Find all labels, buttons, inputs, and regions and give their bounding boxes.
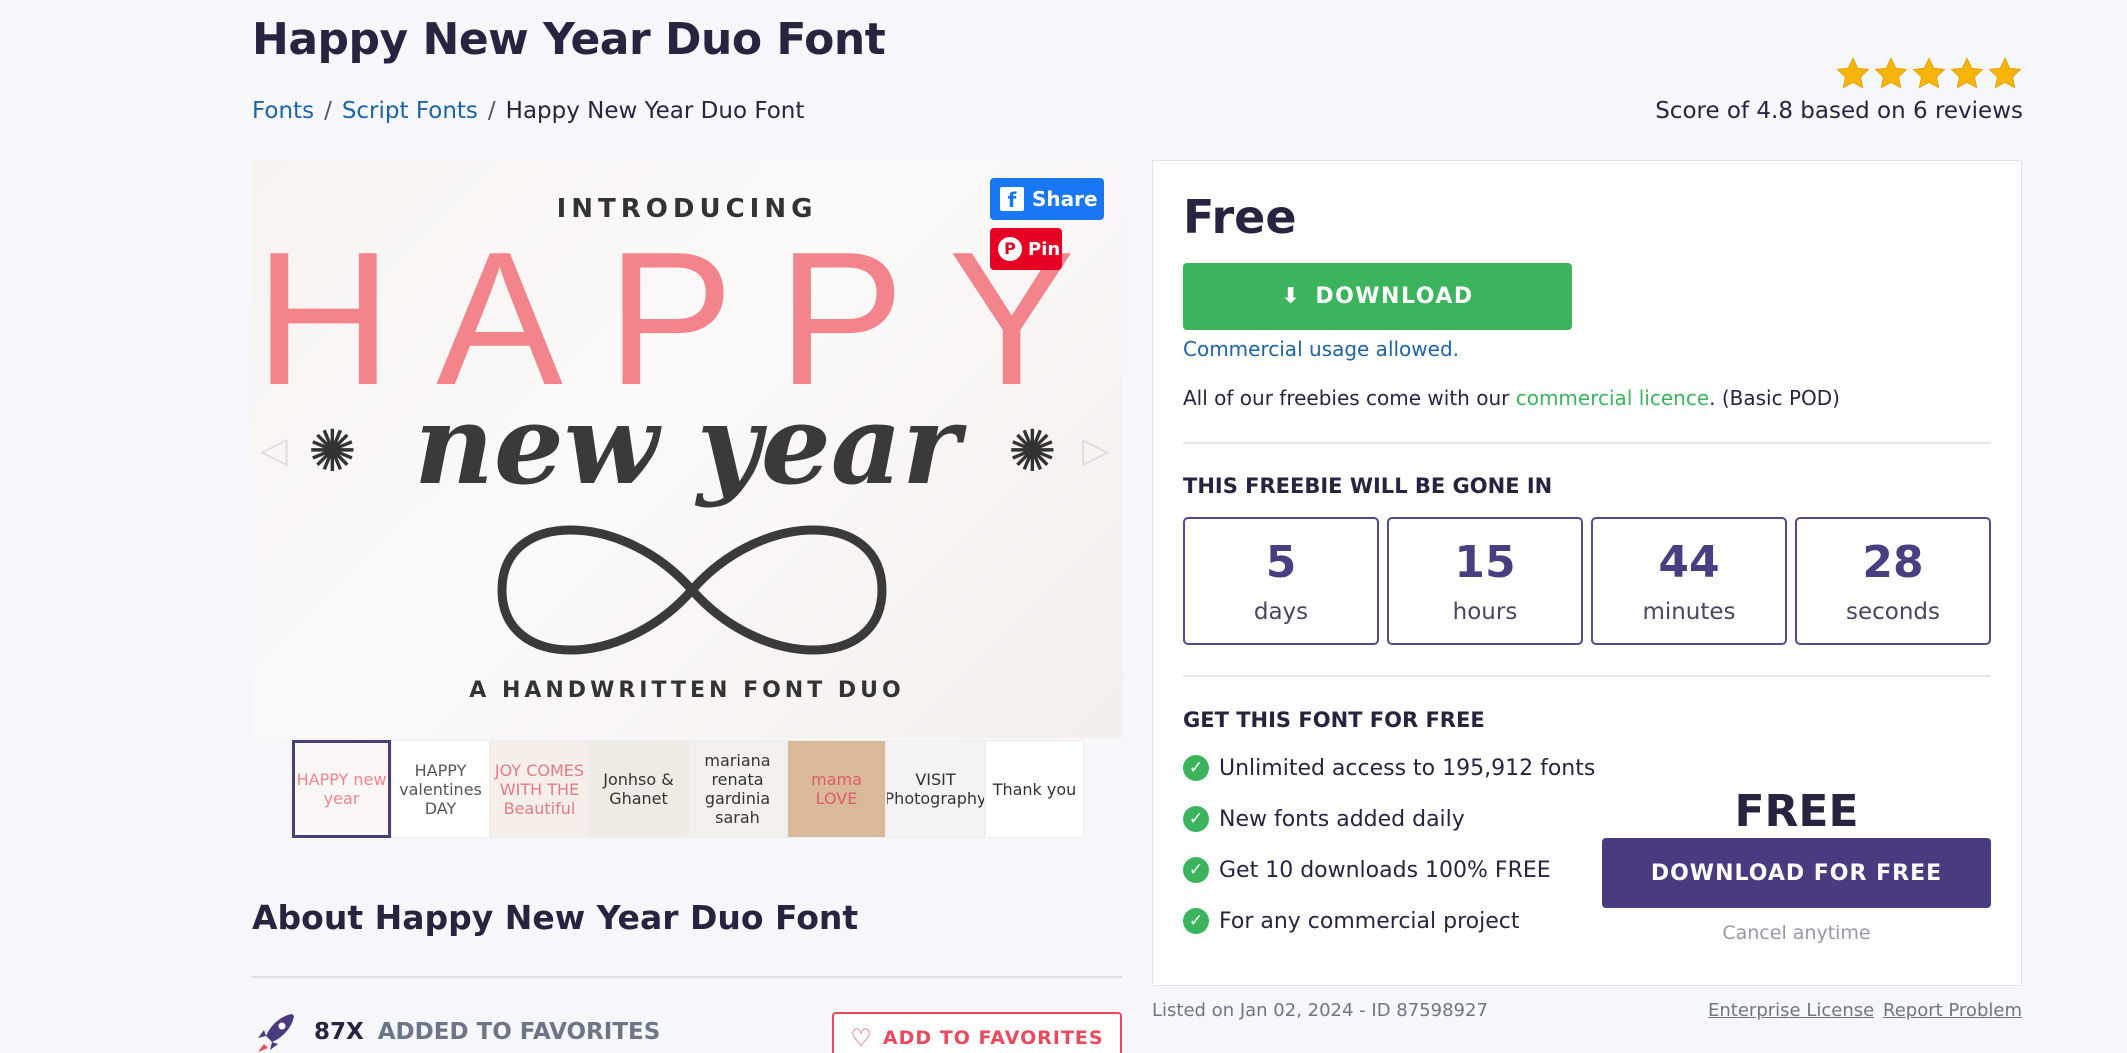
rocket-icon: [258, 1014, 294, 1052]
star-icon: [1836, 57, 1870, 89]
infinity-flourish: [497, 525, 887, 655]
preview-new-year-text: new year: [413, 380, 961, 509]
thumbnail-strip: HAPPY new year HAPPY valentines DAY JOY …: [292, 740, 1084, 838]
rating-score: Score of 4.8 based on 6 reviews: [1655, 98, 2023, 124]
thumbnail[interactable]: JOY COMES WITH THE Beautiful: [490, 740, 589, 838]
countdown-minutes: 44 minutes: [1591, 517, 1787, 645]
check-icon: ✓: [1183, 857, 1209, 883]
cancel-anytime-note: Cancel anytime: [1722, 922, 1871, 944]
countdown-hours: 15 hours: [1387, 517, 1583, 645]
add-to-favorites-button[interactable]: ♡ ADD TO FAVORITES: [832, 1012, 1122, 1053]
favorites-label: ADDED TO FAVORITES: [377, 1019, 661, 1045]
feature-item: ✓ New fonts added daily: [1183, 805, 1595, 833]
thumbnail[interactable]: Thank you: [985, 740, 1084, 838]
feature-item: ✓ For any commercial project: [1183, 907, 1595, 935]
countdown-days: 5 days: [1183, 517, 1379, 645]
divider: [1183, 442, 1991, 444]
facebook-share-button[interactable]: f Share: [990, 178, 1104, 220]
feature-text: Get 10 downloads 100% FREE: [1219, 857, 1551, 883]
freebies-licence-note: All of our freebies come with our commer…: [1183, 386, 1840, 410]
thumbnail[interactable]: VISIT Photography: [886, 740, 985, 838]
favorites-stat: 87X ADDED TO FAVORITES: [252, 1008, 660, 1053]
breadcrumb-link-fonts[interactable]: Fonts: [252, 98, 314, 124]
pin-label: Pin: [1028, 238, 1061, 260]
listing-info: Listed on Jan 02, 2024 - ID 87598927: [1152, 1000, 1488, 1021]
facebook-icon: f: [1000, 187, 1024, 212]
enterprise-license-link[interactable]: Enterprise License: [1708, 1000, 1874, 1021]
thumbnail[interactable]: HAPPY new year: [292, 740, 391, 838]
download-for-free-button[interactable]: DOWNLOAD FOR FREE: [1602, 838, 1991, 908]
breadcrumb-link-script-fonts[interactable]: Script Fonts: [342, 98, 478, 124]
download-label: DOWNLOAD: [1315, 284, 1474, 309]
gallery-prev-arrow[interactable]: ◁: [260, 430, 288, 471]
divider: [252, 976, 1122, 978]
divider: [1183, 675, 1991, 677]
thumbnail[interactable]: Jonhso & Ghanet: [589, 740, 688, 838]
download-button[interactable]: ⬇ DOWNLOAD: [1183, 263, 1572, 330]
share-label: Share: [1032, 187, 1098, 211]
flower-ornament-right: ✺: [1008, 417, 1057, 485]
add-to-favorites-label: ADD TO FAVORITES: [882, 1027, 1104, 1049]
breadcrumb-separator: /: [487, 98, 496, 124]
commercial-licence-link[interactable]: commercial licence: [1516, 386, 1709, 410]
countdown-value: 15: [1454, 537, 1516, 588]
countdown-value: 28: [1862, 537, 1924, 588]
star-icon: [1874, 57, 1908, 89]
star-icon: [1912, 57, 1946, 89]
feature-text: For any commercial project: [1219, 908, 1520, 934]
countdown-value: 44: [1658, 537, 1720, 588]
freebies-suffix: . (Basic POD): [1709, 386, 1840, 410]
check-icon: ✓: [1183, 908, 1209, 934]
pinterest-pin-button[interactable]: P Pin: [990, 228, 1062, 270]
feature-item: ✓ Get 10 downloads 100% FREE: [1183, 856, 1595, 884]
feature-list: ✓ Unlimited access to 195,912 fonts ✓ Ne…: [1183, 754, 1595, 935]
star-icon: [1988, 57, 2022, 89]
gallery-next-arrow[interactable]: ▷: [1082, 430, 1110, 471]
pinterest-icon: P: [998, 237, 1022, 261]
check-icon: ✓: [1183, 755, 1209, 781]
feature-text: New fonts added daily: [1219, 806, 1465, 832]
breadcrumb: Fonts / Script Fonts / Happy New Year Du…: [252, 98, 804, 124]
countdown-unit: days: [1253, 599, 1309, 625]
countdown-unit: minutes: [1642, 599, 1736, 625]
breadcrumb-current: Happy New Year Duo Font: [505, 98, 805, 124]
flower-ornament-left: ✺: [308, 417, 357, 485]
countdown-seconds: 28 seconds: [1795, 517, 1991, 645]
heart-icon: ♡: [850, 1024, 873, 1052]
rating-stars: [1835, 56, 2023, 92]
page-title: Happy New Year Duo Font: [252, 14, 886, 65]
thumbnail[interactable]: mariana renata gardinia sarah: [688, 740, 787, 838]
report-problem-link[interactable]: Report Problem: [1883, 1000, 2022, 1021]
countdown-timer: 5 days 15 hours 44 minutes 28 seconds: [1183, 517, 1991, 645]
commercial-usage-note: Commercial usage allowed.: [1183, 337, 1460, 361]
countdown-value: 5: [1265, 537, 1297, 588]
get-font-title: GET THIS FONT FOR FREE: [1183, 708, 1485, 732]
countdown-unit: seconds: [1845, 599, 1940, 625]
price-label: Free: [1183, 190, 1297, 244]
thumbnail[interactable]: HAPPY valentines DAY: [391, 740, 490, 838]
star-icon: [1950, 57, 1984, 89]
feature-text: Unlimited access to 195,912 fonts: [1219, 755, 1596, 781]
freebies-prefix: All of our freebies come with our: [1183, 386, 1516, 410]
countdown-title: THIS FREEBIE WILL BE GONE IN: [1183, 474, 1553, 498]
download-icon: ⬇: [1281, 284, 1302, 309]
free-heading: FREE: [1734, 786, 1859, 837]
feature-item: ✓ Unlimited access to 195,912 fonts: [1183, 754, 1595, 782]
check-icon: ✓: [1183, 806, 1209, 832]
favorites-count: 87X: [314, 1019, 364, 1045]
thumbnail[interactable]: mama LOVE: [787, 740, 886, 838]
breadcrumb-separator: /: [324, 98, 332, 124]
preview-tagline: A HANDWRITTEN FONT DUO: [469, 678, 905, 703]
about-title: About Happy New Year Duo Font: [252, 898, 859, 937]
countdown-unit: hours: [1452, 599, 1518, 625]
